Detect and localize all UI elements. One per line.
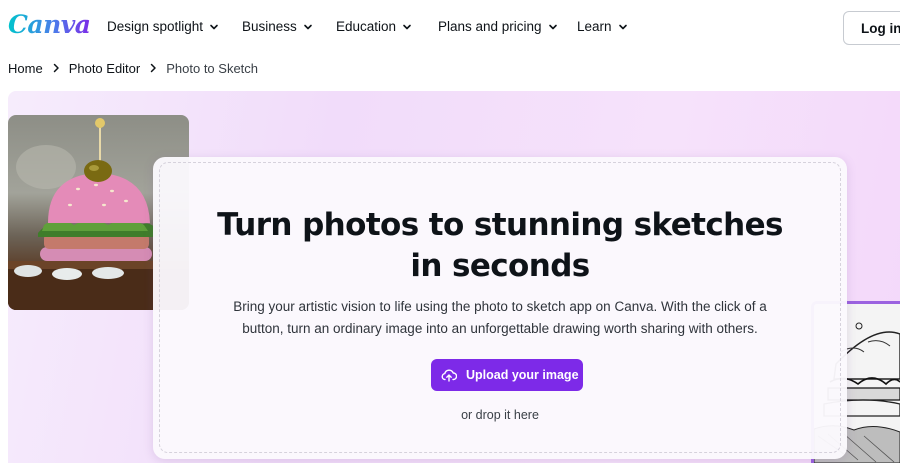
nav-plans-and-pricing[interactable]: Plans and pricing <box>438 19 558 34</box>
nav-design-spotlight[interactable]: Design spotlight <box>107 19 219 34</box>
nav-education[interactable]: Education <box>336 19 412 34</box>
chevron-right-icon <box>43 63 69 73</box>
chevron-down-icon <box>210 24 218 29</box>
breadcrumb-home[interactable]: Home <box>8 61 43 76</box>
drop-hint: or drop it here <box>461 408 539 422</box>
hero-title-line-1: Turn photos to stunning sketches <box>217 207 783 243</box>
chevron-right-icon <box>140 63 166 73</box>
top-navigation: Canva Design spotlight Business Educatio… <box>0 0 900 56</box>
login-button[interactable]: Log in <box>843 11 900 45</box>
chevron-down-icon <box>303 24 312 29</box>
breadcrumb: Home Photo Editor Photo to Sketch <box>8 60 258 76</box>
breadcrumb-current-page: Photo to Sketch <box>166 60 259 76</box>
hero-description-line-2: button, turn an ordinary image into an u… <box>242 321 758 336</box>
cloud-upload-icon <box>441 369 457 382</box>
chevron-down-icon <box>618 24 627 29</box>
chevron-down-icon <box>548 24 557 29</box>
hero-card: Turn photos to stunning sketches in seco… <box>153 157 847 459</box>
hero-description-line-1: Bring your artistic vision to life using… <box>233 299 767 314</box>
breadcrumb-photo-editor[interactable]: Photo Editor <box>69 61 141 76</box>
nav-business[interactable]: Business <box>242 19 313 34</box>
nav-plans-and-pricing-label: Plans and pricing <box>438 19 542 34</box>
nav-business-label: Business <box>242 19 297 34</box>
nav-learn[interactable]: Learn <box>577 19 628 34</box>
hero-section: Turn photos to stunning sketches in seco… <box>8 91 900 463</box>
nav-design-spotlight-label: Design spotlight <box>107 19 204 34</box>
canva-logo[interactable]: Canva <box>8 10 91 39</box>
upload-image-button[interactable]: Upload your image <box>431 359 583 391</box>
hero-description: Bring your artistic vision to life using… <box>210 296 790 340</box>
chevron-down-icon <box>403 24 411 29</box>
nav-learn-label: Learn <box>577 19 612 34</box>
drop-zone[interactable]: Turn photos to stunning sketches in seco… <box>159 162 841 453</box>
hero-title: Turn photos to stunning sketches in seco… <box>160 205 840 287</box>
hero-title-line-2: in seconds <box>410 248 590 284</box>
nav-education-label: Education <box>336 19 397 34</box>
upload-image-label: Upload your image <box>466 368 579 382</box>
